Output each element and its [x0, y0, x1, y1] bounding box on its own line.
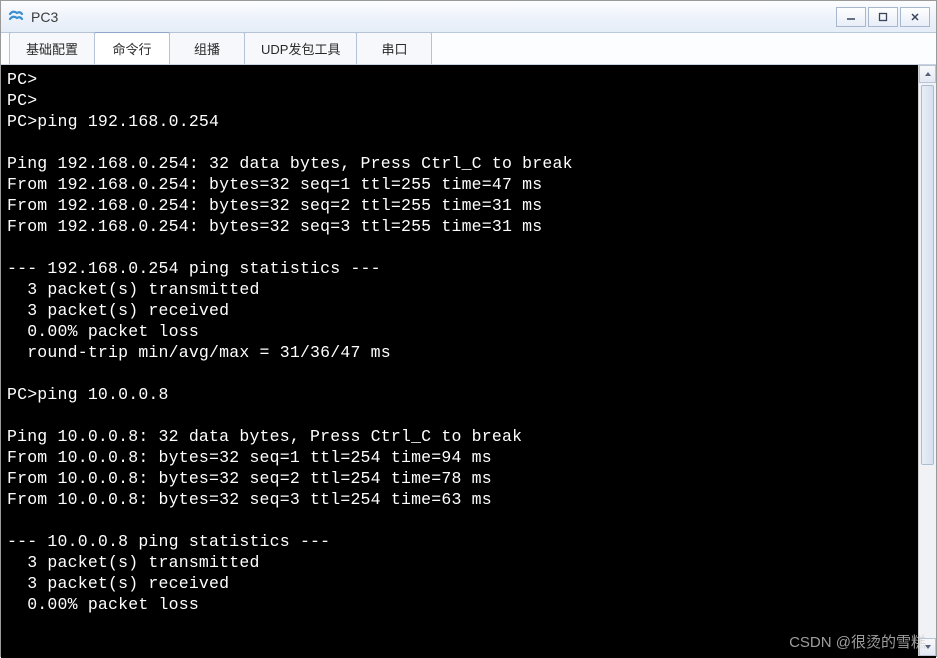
titlebar: PC3: [1, 1, 936, 33]
terminal-output[interactable]: PC> PC> PC>ping 192.168.0.254 Ping 192.1…: [1, 65, 936, 658]
tab-label: 串口: [381, 42, 407, 57]
scroll-up-button[interactable]: [919, 65, 936, 83]
tab-multicast[interactable]: 组播: [169, 32, 245, 64]
minimize-button[interactable]: [836, 7, 866, 27]
app-icon: [7, 8, 25, 26]
tab-label: 基础配置: [26, 42, 78, 57]
tab-label: 组播: [194, 42, 220, 57]
window-controls: [834, 7, 930, 27]
window-title: PC3: [31, 9, 828, 25]
tab-serial-port[interactable]: 串口: [356, 32, 432, 64]
close-button[interactable]: [900, 7, 930, 27]
tab-udp-tool[interactable]: UDP发包工具: [244, 32, 357, 64]
scroll-down-button[interactable]: [919, 638, 936, 656]
tab-basic-config[interactable]: 基础配置: [9, 32, 95, 64]
tab-label: UDP发包工具: [261, 42, 340, 57]
vertical-scrollbar[interactable]: [918, 65, 936, 656]
tab-bar: 基础配置 命令行 组播 UDP发包工具 串口: [1, 33, 936, 65]
tab-command-line[interactable]: 命令行: [94, 32, 170, 64]
tab-label: 命令行: [113, 42, 152, 57]
scroll-track[interactable]: [919, 83, 936, 638]
scroll-thumb[interactable]: [921, 85, 934, 465]
maximize-button[interactable]: [868, 7, 898, 27]
